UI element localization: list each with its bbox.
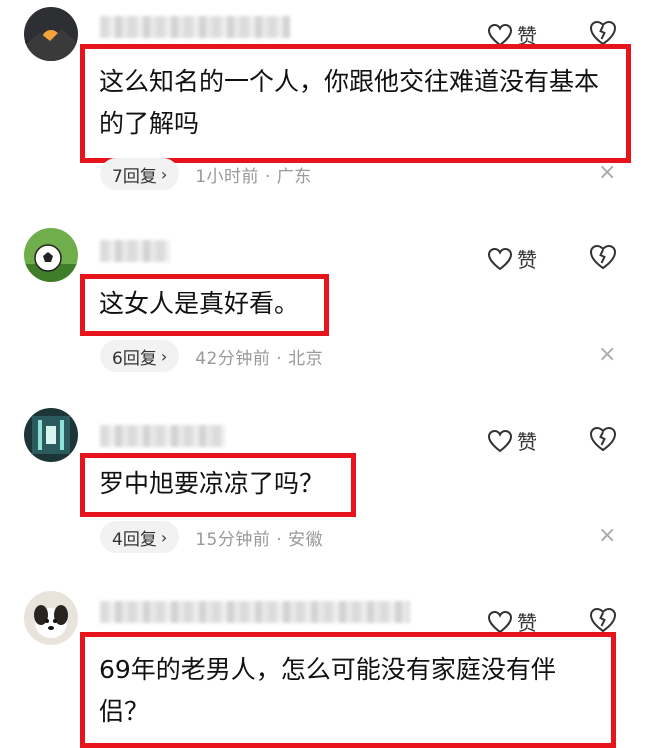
username-blurred bbox=[100, 425, 225, 447]
meta-separator: · bbox=[270, 348, 289, 369]
comment-time: 15分钟前 bbox=[195, 529, 271, 550]
meta-separator: · bbox=[259, 166, 277, 187]
comment-time-location: 15分钟前 · 安徽 bbox=[195, 525, 323, 550]
comment-text: 这女人是真好看。 bbox=[99, 289, 300, 318]
comment-location: 北京 bbox=[288, 348, 324, 369]
comment-item: 赞 69年的老男人，怎么可能没有家庭没有伴侣？ bbox=[0, 585, 660, 748]
heart-icon bbox=[487, 247, 513, 270]
comment-text-highlight: 这么知名的一个人，你跟他交往难道没有基本的了解吗 bbox=[80, 44, 631, 163]
comment-time: 42分钟前 bbox=[195, 348, 271, 369]
close-icon[interactable]: × bbox=[598, 523, 616, 548]
close-icon[interactable]: × bbox=[598, 342, 616, 367]
broken-heart-icon[interactable] bbox=[588, 242, 618, 272]
avatar[interactable] bbox=[24, 228, 78, 282]
reply-count: 6回复 bbox=[112, 348, 157, 369]
broken-heart-icon[interactable] bbox=[588, 424, 618, 454]
comment-time-location: 42分钟前 · 北京 bbox=[195, 344, 323, 369]
broken-heart-icon[interactable] bbox=[588, 605, 618, 635]
heart-icon bbox=[487, 429, 513, 452]
comment-text: 69年的老男人，怎么可能没有家庭没有伴侣？ bbox=[99, 655, 556, 726]
reply-count: 4回复 bbox=[112, 529, 157, 550]
like-label: 赞 bbox=[517, 430, 537, 454]
comment-text: 罗中旭要凉凉了吗？ bbox=[99, 469, 325, 498]
comment-time-location: 1小时前 · 广东 bbox=[195, 162, 312, 187]
like-button[interactable]: 赞 bbox=[487, 244, 537, 273]
reply-count: 7回复 bbox=[112, 166, 157, 187]
comment-item: 赞 这女人是真好看。 6回复 › 42分钟前 · 北京 × bbox=[0, 200, 660, 390]
reply-button[interactable]: 6回复 › bbox=[100, 340, 180, 372]
reply-button[interactable]: 7回复 › bbox=[100, 158, 180, 190]
comment-time: 1小时前 bbox=[195, 166, 260, 187]
avatar[interactable] bbox=[24, 408, 78, 462]
comment-text: 这么知名的一个人，你跟他交往难道没有基本的了解吗 bbox=[99, 67, 600, 138]
like-button[interactable]: 赞 bbox=[487, 426, 537, 455]
comment-item: 赞 罗中旭要凉凉了吗？ 4回复 › 15分钟前 · 安徽 × bbox=[0, 390, 660, 585]
avatar[interactable] bbox=[24, 591, 78, 645]
close-icon[interactable]: × bbox=[598, 160, 616, 185]
comment-location: 广东 bbox=[276, 166, 312, 187]
username-blurred bbox=[100, 16, 290, 38]
chevron-right-icon: › bbox=[160, 527, 168, 547]
comment-item: 赞 这么知名的一个人，你跟他交往难道没有基本的了解吗 7回复 › 1小时前 · … bbox=[0, 0, 660, 200]
comment-text-highlight: 这女人是真好看。 bbox=[80, 274, 329, 336]
like-label: 赞 bbox=[517, 248, 537, 272]
username-blurred bbox=[100, 601, 410, 623]
comment-meta: 6回复 › 42分钟前 · 北京 bbox=[100, 340, 323, 372]
comment-location: 安徽 bbox=[288, 529, 324, 550]
chevron-right-icon: › bbox=[160, 346, 168, 366]
heart-icon bbox=[487, 610, 513, 633]
heart-icon bbox=[487, 23, 513, 46]
comment-text-highlight: 69年的老男人，怎么可能没有家庭没有伴侣？ bbox=[80, 632, 616, 748]
avatar[interactable] bbox=[24, 7, 78, 61]
meta-separator: · bbox=[270, 529, 289, 550]
username-blurred bbox=[100, 240, 170, 262]
chevron-right-icon: › bbox=[160, 164, 168, 184]
reply-button[interactable]: 4回复 › bbox=[100, 521, 180, 553]
comment-text-highlight: 罗中旭要凉凉了吗？ bbox=[80, 453, 356, 517]
comment-meta: 7回复 › 1小时前 · 广东 bbox=[100, 158, 312, 190]
comment-meta: 4回复 › 15分钟前 · 安徽 bbox=[100, 521, 323, 553]
